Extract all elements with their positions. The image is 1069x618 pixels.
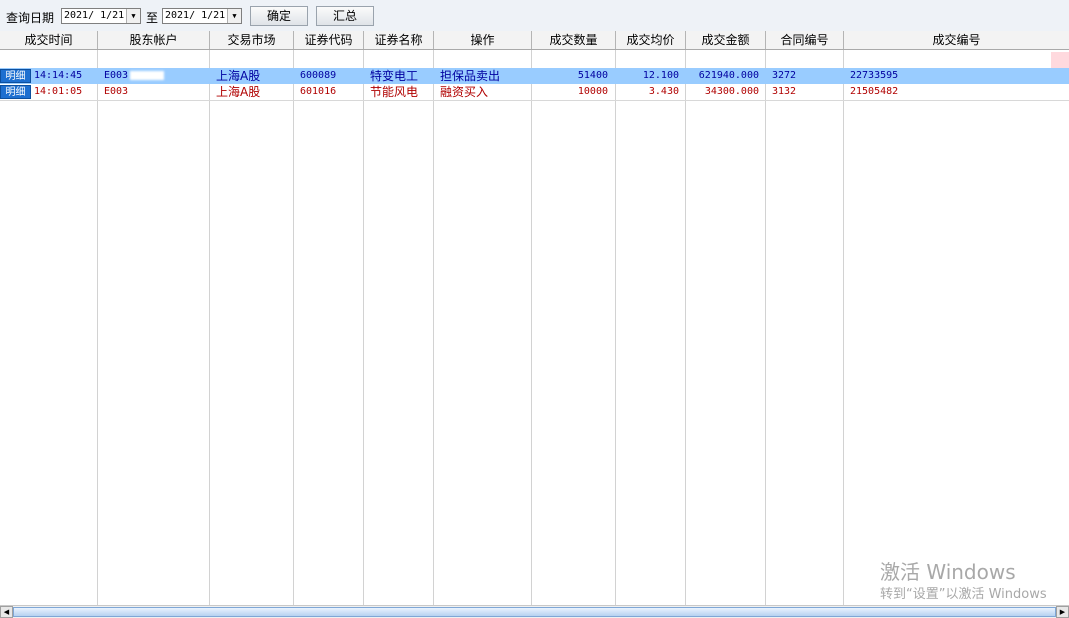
activation-watermark-title: 激活 Windows — [880, 560, 1016, 584]
query-date-label: 查询日期 — [6, 11, 55, 25]
grid-line — [97, 50, 98, 605]
horizontal-scrollbar[interactable]: ◀ ▶ — [0, 605, 1069, 618]
table-header: 成交时间 股东帐户 交易市场 证券代码 证券名称 操作 成交数量 成交均价 成交… — [0, 31, 1069, 50]
grid-line — [615, 50, 616, 605]
redacted-mask — [130, 71, 164, 80]
summary-button[interactable]: 汇总 — [316, 6, 374, 26]
grid-line — [531, 50, 532, 605]
column-header[interactable]: 证券代码 — [294, 31, 364, 49]
grid-line — [209, 50, 210, 605]
date-to-picker[interactable]: 2021/ 1/21 ▼ — [162, 8, 242, 24]
detail-button[interactable]: 明细 — [0, 69, 31, 83]
grid-line — [433, 50, 434, 605]
market: 上海A股 — [216, 69, 261, 83]
grid-line — [685, 50, 686, 605]
scroll-left-icon[interactable]: ◀ — [0, 606, 13, 618]
avg-price: 3.430 — [648, 86, 679, 97]
column-header[interactable]: 成交编号 — [844, 31, 1069, 49]
account: E003 — [104, 86, 129, 97]
date-from-picker[interactable]: 2021/ 1/21 ▼ — [61, 8, 141, 24]
operation: 融资买入 — [440, 85, 489, 99]
summary-marker — [1051, 52, 1069, 68]
deal-time: 14:01:05 — [34, 86, 83, 97]
grid-line — [843, 50, 844, 605]
deal-time: 14:14:45 — [34, 70, 83, 81]
contract-no: 3272 — [772, 70, 797, 81]
grid-line — [293, 50, 294, 605]
deal-quantity: 10000 — [577, 86, 608, 97]
deal-no: 22733595 — [850, 70, 899, 81]
column-header[interactable]: 成交均价 — [616, 31, 686, 49]
security-code: 600089 — [300, 70, 337, 81]
confirm-button[interactable]: 确定 — [250, 6, 308, 26]
redacted-mask — [130, 87, 164, 96]
contract-no: 3132 — [772, 86, 797, 97]
deal-amount: 621940.000 — [698, 70, 759, 81]
column-header[interactable]: 交易市场 — [210, 31, 294, 49]
operation: 担保品卖出 — [440, 69, 501, 83]
grid-line — [363, 50, 364, 605]
column-header[interactable]: 合同编号 — [766, 31, 844, 49]
scrollbar-thumb[interactable] — [13, 607, 1056, 617]
row-divider — [0, 100, 1069, 101]
table-row[interactable]: 明细 14:01:05 E003 上海A股 601016 节能风电 融资买入 1… — [0, 84, 1069, 100]
security-name: 特变电工 — [370, 69, 419, 83]
date-to-value: 2021/ 1/21 — [165, 10, 226, 21]
market: 上海A股 — [216, 85, 261, 99]
activation-watermark-hint: 转到“设置”以激活 Windows — [880, 587, 1047, 602]
date-from-value: 2021/ 1/21 — [64, 10, 125, 21]
table-row[interactable]: 明细 14:14:45 E003 上海A股 600089 特变电工 担保品卖出 … — [0, 68, 1069, 84]
security-code: 601016 — [300, 86, 337, 97]
deal-amount: 34300.000 — [704, 86, 759, 97]
deal-quantity: 51400 — [577, 70, 608, 81]
detail-button[interactable]: 明细 — [0, 85, 31, 99]
column-header[interactable]: 成交金额 — [686, 31, 766, 49]
deal-no: 21505482 — [850, 86, 899, 97]
column-header[interactable]: 成交数量 — [532, 31, 616, 49]
account: E003 — [104, 70, 129, 81]
scroll-right-icon[interactable]: ▶ — [1056, 606, 1069, 618]
dropdown-arrow-icon[interactable]: ▼ — [126, 9, 140, 23]
column-header[interactable]: 操作 — [434, 31, 532, 49]
column-header[interactable]: 证券名称 — [364, 31, 434, 49]
dropdown-arrow-icon[interactable]: ▼ — [227, 9, 241, 23]
to-label: 至 — [146, 11, 159, 25]
grid-line — [765, 50, 766, 605]
avg-price: 12.100 — [642, 70, 679, 81]
column-header[interactable]: 成交时间 — [0, 31, 98, 49]
query-toolbar: 查询日期 2021/ 1/21 ▼ 至 2021/ 1/21 ▼ 确定 汇总 — [0, 0, 1069, 32]
security-name: 节能风电 — [370, 85, 419, 99]
column-header[interactable]: 股东帐户 — [98, 31, 210, 49]
